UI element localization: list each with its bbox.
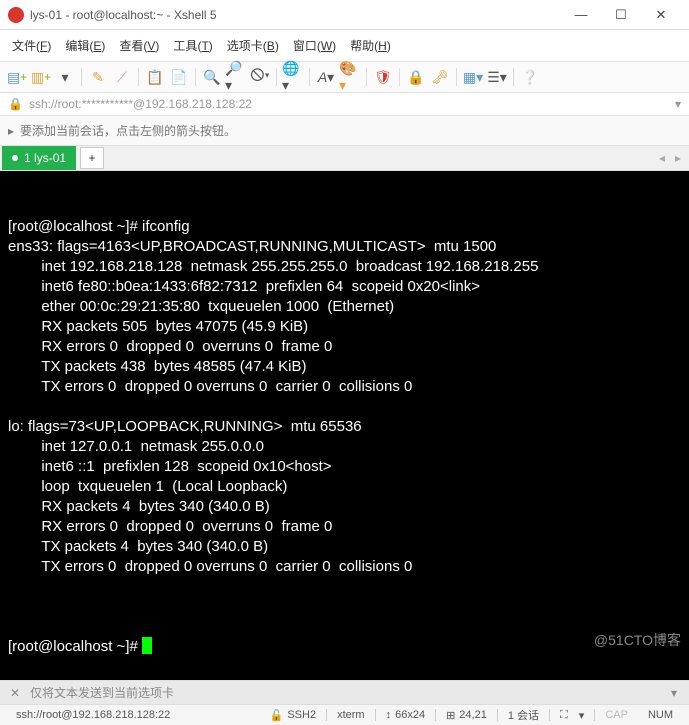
expand-icon[interactable]: ⛶ [560, 709, 568, 722]
terminal-prompt: [root@localhost ~]# [8, 638, 142, 655]
status-pos: 24,21 [459, 709, 487, 721]
address-bar: 🔒 ssh://root:***********@192.168.218.128… [0, 93, 689, 116]
minimize-button[interactable]: — [561, 1, 601, 29]
globe-icon[interactable]: 🌐▾ [282, 66, 304, 88]
menu-edit[interactable]: 编辑(E) [59, 34, 111, 57]
terminal-line: RX errors 0 dropped 0 overruns 0 frame 0 [8, 517, 681, 537]
copy-icon[interactable]: 📋 [144, 66, 166, 88]
terminal-line: TX errors 0 dropped 0 overruns 0 carrier… [8, 377, 681, 397]
terminal-line: [root@localhost ~]# ifconfig [8, 217, 681, 237]
menu-window[interactable]: 窗口(W) [287, 34, 342, 57]
menubar: 文件(F) 编辑(E) 查看(V) 工具(T) 选项卡(B) 窗口(W) 帮助(… [0, 30, 689, 62]
lock-icon[interactable]: 🔒 [405, 66, 427, 88]
tab-next-icon[interactable]: ▸ [671, 149, 685, 167]
terminal-line: TX errors 0 dropped 0 overruns 0 carrier… [8, 557, 681, 577]
tab-index: 1 [24, 151, 31, 165]
color-icon[interactable]: 🎨▾ [339, 66, 361, 88]
terminal-line: RX packets 4 bytes 340 (340.0 B) [8, 497, 681, 517]
app-icon [8, 7, 24, 23]
terminal[interactable]: [root@localhost ~]# ifconfigens33: flags… [0, 171, 689, 680]
menu-tools[interactable]: 工具(T) [167, 34, 218, 57]
window-title: lys-01 - root@localhost:~ - Xshell 5 [30, 8, 561, 22]
terminal-line: loop txqueuelen 1 (Local Loopback) [8, 477, 681, 497]
tab-add-button[interactable]: + [80, 147, 104, 169]
menu-view[interactable]: 查看(V) [113, 34, 165, 57]
terminal-line: TX packets 438 bytes 48585 (47.4 KiB) [8, 357, 681, 377]
lock-status-icon: 🔓 [270, 709, 284, 722]
notice-text: 要添加当前会话，点击左侧的箭头按钮。 [20, 122, 236, 139]
find-icon[interactable]: 🔍 [201, 66, 223, 88]
dropdown-icon[interactable]: ▾ [54, 66, 76, 88]
clear-icon[interactable]: 🛇▾ [249, 66, 271, 88]
status-cap: CAP [595, 709, 638, 721]
terminal-line [8, 577, 681, 597]
status-sessions: 1 会话 [498, 707, 549, 723]
paste-icon[interactable]: 📄 [168, 66, 190, 88]
close-button[interactable]: ✕ [641, 1, 681, 29]
terminal-line: lo: flags=73<UP,LOOPBACK,RUNNING> mtu 65… [8, 417, 681, 437]
position-icon: ⊞ [446, 709, 455, 722]
find-next-icon[interactable]: 🔎▾ [225, 66, 247, 88]
status-size: 66x24 [395, 709, 425, 721]
open-folder-icon[interactable]: ▥+ [30, 66, 52, 88]
menu-help[interactable]: 帮助(H) [344, 34, 397, 57]
terminal-line: inet6 fe80::b0ea:1433:6f82:7312 prefixle… [8, 277, 681, 297]
terminal-line: inet 192.168.218.128 netmask 255.255.255… [8, 257, 681, 277]
layout-icon[interactable]: ▦▾ [462, 66, 484, 88]
lock-small-icon: 🔒 [8, 97, 23, 111]
maximize-button[interactable]: ☐ [601, 1, 641, 29]
address-dropdown-icon[interactable]: ▾ [675, 97, 681, 111]
notice-arrow-icon[interactable]: ▸ [8, 124, 14, 138]
disconnect-icon[interactable]: ⟋ [111, 66, 133, 88]
status-term: xterm [327, 709, 375, 721]
status-proto: SSH2 [287, 709, 316, 721]
send-bar: ✕ 仅将文本发送到当前选项卡 ▾ [0, 680, 689, 704]
terminal-line: TX packets 4 bytes 340 (340.0 B) [8, 537, 681, 557]
send-dropdown-icon[interactable]: ▾ [665, 685, 683, 701]
terminal-line: inet 127.0.0.1 netmask 255.0.0.0 [8, 437, 681, 457]
address-text[interactable]: ssh://root:***********@192.168.218.128:2… [29, 97, 669, 111]
help-icon[interactable]: ❔ [519, 66, 541, 88]
menu-file[interactable]: 文件(F) [6, 34, 57, 57]
tab-bar: 1 lys-01 + ◂ ▸ [0, 146, 689, 171]
tab-prev-icon[interactable]: ◂ [655, 149, 669, 167]
terminal-line: inet6 ::1 prefixlen 128 scopeid 0x10<hos… [8, 457, 681, 477]
tab-status-icon [12, 155, 18, 161]
shield-icon[interactable]: 🛡 [372, 66, 394, 88]
key-icon[interactable]: 🗝 [429, 66, 451, 88]
watermark: @51CTO博客 [594, 630, 681, 650]
font-icon[interactable]: A▾ [315, 66, 337, 88]
ruler-icon: ↕ [386, 709, 392, 721]
reconnect-icon[interactable]: ✎ [87, 66, 109, 88]
send-bar-text: 仅将文本发送到当前选项卡 [30, 684, 174, 701]
terminal-line: RX packets 505 bytes 47075 (45.9 KiB) [8, 317, 681, 337]
new-session-icon[interactable]: ▤+ [6, 66, 28, 88]
terminal-cursor [142, 637, 152, 654]
titlebar: lys-01 - root@localhost:~ - Xshell 5 — ☐… [0, 0, 689, 30]
menu-tabs[interactable]: 选项卡(B) [221, 34, 285, 57]
send-close-icon[interactable]: ✕ [6, 685, 24, 701]
notice-bar: ▸ 要添加当前会话，点击左侧的箭头按钮。 [0, 116, 689, 146]
terminal-line: RX errors 0 dropped 0 overruns 0 frame 0 [8, 337, 681, 357]
status-connection: ssh://root@192.168.218.128:22 [6, 709, 180, 721]
tab-session[interactable]: 1 lys-01 [2, 146, 76, 170]
status-bar: ssh://root@192.168.218.128:22 🔓SSH2 xter… [0, 704, 689, 725]
tab-label: lys-01 [34, 151, 66, 165]
toolbar: ▤+ ▥+ ▾ ✎ ⟋ 📋 📄 🔍 🔎▾ 🛇▾ 🌐▾ A▾ 🎨▾ 🛡 🔒 🗝 ▦… [0, 62, 689, 93]
terminal-line: ens33: flags=4163<UP,BROADCAST,RUNNING,M… [8, 237, 681, 257]
terminal-line: ether 00:0c:29:21:35:80 txqueuelen 1000 … [8, 297, 681, 317]
status-num: NUM [638, 709, 683, 721]
dropdown-small-icon[interactable]: ▾ [579, 709, 585, 722]
grid-icon[interactable]: ☰▾ [486, 66, 508, 88]
terminal-line [8, 397, 681, 417]
